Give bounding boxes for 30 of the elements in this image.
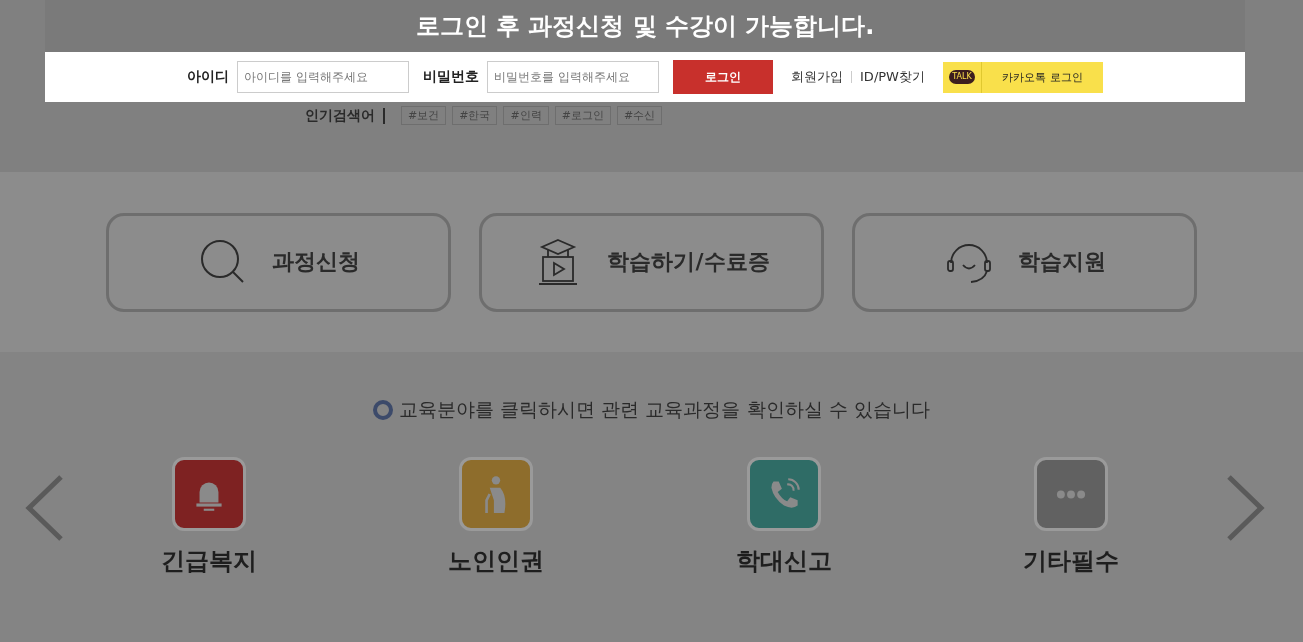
kakao-login-button[interactable]: TALK 카카오톡 로그인	[942, 61, 1103, 93]
category-label: 노인인권	[448, 546, 545, 577]
category-notice: 교육분야를 클릭하시면 관련 교육과정을 확인하실 수 있습니다	[399, 397, 930, 422]
search-tag[interactable]: #인력	[503, 106, 549, 125]
text-link[interactable]: 회원가입	[791, 68, 844, 86]
login-button[interactable]: 로그인	[673, 60, 774, 94]
category-item[interactable]: 기타필수	[1001, 457, 1142, 577]
search-tag[interactable]: #로그인	[554, 106, 611, 125]
password-label: 비밀번호	[423, 68, 480, 86]
text-link[interactable]: ID/PW찾기	[860, 68, 925, 86]
speech-bubble-icon: TALK	[949, 70, 975, 84]
more-dots-icon	[1056, 489, 1087, 499]
quick-menu-card[interactable]: 과정신청	[106, 212, 451, 312]
category-label: 기타필수	[1023, 546, 1120, 577]
search-tag[interactable]: #한국	[452, 106, 498, 125]
quick-menu-card[interactable]: 학습지원	[852, 212, 1197, 312]
search-tag[interactable]: #보건	[401, 106, 447, 125]
notice-title: 로그인 후 과정신청 및 수강이 가능합니다.	[45, 0, 1245, 52]
id-label: 아이디	[187, 68, 230, 86]
category-item[interactable]: 노인인권	[426, 457, 567, 577]
id-field[interactable]: 아이디를 입력해주세요	[237, 61, 410, 93]
quick-menu-card[interactable]: 학습하기/수료증	[479, 212, 824, 312]
category-item[interactable]: 학대신고	[713, 457, 854, 577]
category-label: 긴급복지	[160, 546, 257, 577]
ring-icon	[373, 400, 394, 420]
category-label: 학대신고	[735, 546, 832, 577]
popular-search-label: 인기검색어	[305, 106, 375, 125]
password-field[interactable]: 비밀번호를 입력해주세요	[487, 61, 660, 93]
search-tag[interactable]: #수신	[616, 106, 663, 125]
category-item[interactable]: 긴급복지	[138, 457, 279, 577]
